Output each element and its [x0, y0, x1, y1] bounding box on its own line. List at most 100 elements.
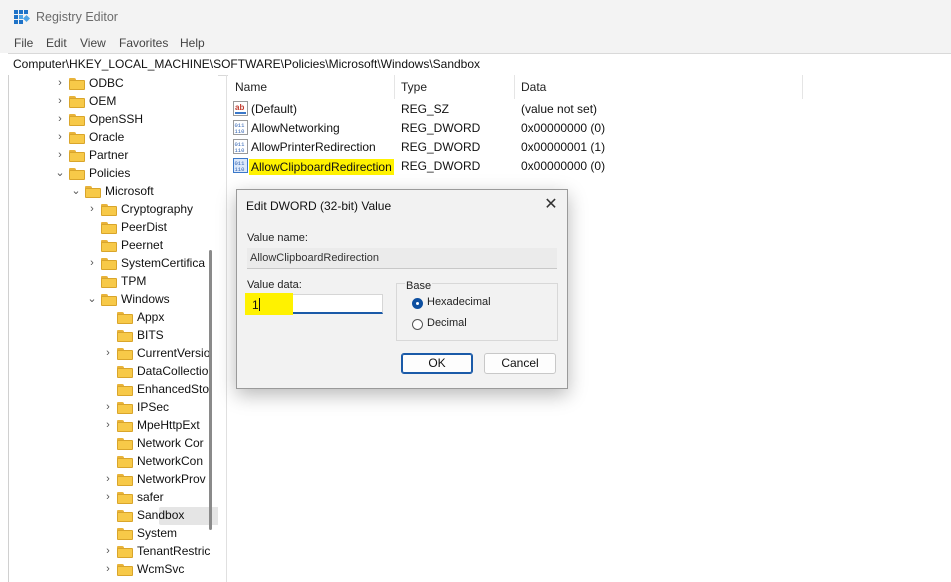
pane-splitter[interactable] — [226, 75, 227, 582]
tree-item-partner[interactable]: › Partner — [9, 147, 218, 165]
tree-item-label[interactable]: Microsoft — [105, 184, 154, 198]
chevron-right-icon[interactable]: › — [103, 563, 113, 575]
column-separator[interactable] — [394, 75, 395, 99]
tree-item-policies[interactable]: ⌄ Policies — [9, 165, 218, 183]
value-data-text[interactable]: 1 — [252, 298, 259, 312]
column-header-data[interactable]: Data — [521, 80, 546, 94]
menu-edit[interactable]: Edit — [46, 36, 67, 50]
close-icon[interactable]: ✕ — [541, 195, 561, 215]
value-row-selected[interactable]: 011 110 AllowClipboardRedirection REG_DW… — [228, 156, 951, 175]
menu-help[interactable]: Help — [180, 36, 205, 50]
column-separator[interactable] — [802, 75, 803, 99]
tree-item-sandbox[interactable]: Sandbox — [9, 507, 218, 525]
chevron-down-icon[interactable]: ⌄ — [87, 293, 97, 305]
tree-item-label[interactable]: NetworkProv — [137, 472, 206, 486]
tree-item-oracle[interactable]: › Oracle — [9, 129, 218, 147]
tree-item-label[interactable]: CurrentVersio — [137, 346, 210, 360]
hexadecimal-radio[interactable] — [412, 298, 423, 309]
decimal-radio[interactable] — [412, 319, 423, 330]
tree-item-wcmsvc[interactable]: › WcmSvc — [9, 561, 218, 579]
cancel-button[interactable]: Cancel — [484, 353, 556, 374]
hexadecimal-label[interactable]: Hexadecimal — [427, 296, 491, 308]
value-row[interactable]: 011 110 AllowNetworking REG_DWORD 0x0000… — [228, 118, 951, 137]
tree-item-label[interactable]: EnhancedSto — [137, 382, 209, 396]
menu-favorites[interactable]: Favorites — [119, 36, 168, 50]
tree-item-label[interactable]: Peernet — [121, 238, 163, 252]
tree-item-system[interactable]: System — [9, 525, 218, 543]
chevron-right-icon[interactable]: › — [55, 131, 65, 143]
key-tree[interactable]: › ODBC › OEM › OpenSSH › Oracle › Partner ⌄ Policie… — [8, 75, 218, 582]
column-header-name[interactable]: Name — [235, 80, 267, 94]
tree-item-label[interactable]: BITS — [137, 328, 164, 342]
tree-item-tpm[interactable]: TPM — [9, 273, 218, 291]
tree-item-datacollectio[interactable]: DataCollectio — [9, 363, 218, 381]
chevron-right-icon[interactable]: › — [55, 149, 65, 161]
tree-item-enhancedsto[interactable]: EnhancedSto — [9, 381, 218, 399]
ok-button[interactable]: OK — [401, 353, 473, 374]
chevron-right-icon[interactable]: › — [103, 545, 113, 557]
tree-item-oem[interactable]: › OEM — [9, 93, 218, 111]
tree-item-label[interactable]: OEM — [89, 94, 116, 108]
tree-item-mpehttpext[interactable]: › MpeHttpExt — [9, 417, 218, 435]
chevron-right-icon[interactable]: › — [55, 95, 65, 107]
tree-item-label[interactable]: MpeHttpExt — [137, 418, 200, 432]
chevron-right-icon[interactable]: › — [55, 113, 65, 125]
tree-item-systemcertifica[interactable]: › SystemCertifica — [9, 255, 218, 273]
tree-item-peernet[interactable]: Peernet — [9, 237, 218, 255]
tree-item-safer[interactable]: › safer — [9, 489, 218, 507]
tree-item-appx[interactable]: Appx — [9, 309, 218, 327]
chevron-right-icon[interactable]: › — [103, 401, 113, 413]
tree-item-label[interactable]: WcmSvc — [137, 562, 184, 576]
chevron-right-icon[interactable]: › — [103, 419, 113, 431]
tree-item-ipsec[interactable]: › IPSec — [9, 399, 218, 417]
tree-item-network-cor[interactable]: Network Cor — [9, 435, 218, 453]
chevron-down-icon[interactable]: ⌄ — [71, 185, 81, 197]
chevron-down-icon[interactable]: ⌄ — [55, 167, 65, 179]
menu-view[interactable]: View — [80, 36, 106, 50]
tree-item-label[interactable]: DataCollectio — [137, 364, 208, 378]
decimal-label[interactable]: Decimal — [427, 317, 467, 329]
tree-item-label[interactable]: IPSec — [137, 400, 169, 414]
menu-file[interactable]: File — [14, 36, 33, 50]
tree-item-label[interactable]: Oracle — [89, 130, 124, 144]
chevron-right-icon[interactable]: › — [103, 347, 113, 359]
tree-scrollbar[interactable] — [209, 250, 212, 530]
chevron-right-icon[interactable]: › — [87, 203, 97, 215]
tree-item-label[interactable]: Cryptography — [121, 202, 193, 216]
tree-item-label[interactable]: System — [137, 526, 177, 540]
tree-item-label[interactable]: Partner — [89, 148, 128, 162]
value-row[interactable]: ab (Default) REG_SZ (value not set) — [228, 99, 951, 118]
tree-item-label[interactable]: Sandbox — [137, 508, 184, 522]
tree-item-windows[interactable]: ⌄ Windows — [9, 291, 218, 309]
value-row[interactable]: 011 110 AllowPrinterRedirection REG_DWOR… — [228, 137, 951, 156]
tree-item-bits[interactable]: BITS — [9, 327, 218, 345]
tree-item-label[interactable]: Network Cor — [137, 436, 204, 450]
tree-item-tenantrestric[interactable]: › TenantRestric — [9, 543, 218, 561]
tree-item-label[interactable]: TenantRestric — [137, 544, 210, 558]
tree-item-odbc[interactable]: › ODBC — [9, 75, 218, 93]
column-separator[interactable] — [514, 75, 515, 99]
tree-item-label[interactable]: Appx — [137, 310, 164, 324]
tree-item-label[interactable]: safer — [137, 490, 164, 504]
tree-item-label[interactable]: NetworkCon — [137, 454, 203, 468]
tree-item-cryptography[interactable]: › Cryptography — [9, 201, 218, 219]
chevron-right-icon[interactable]: › — [55, 77, 65, 89]
tree-item-label[interactable]: OpenSSH — [89, 112, 143, 126]
value-data-input[interactable]: 1 — [245, 293, 383, 315]
tree-item-microsoft[interactable]: ⌄ Microsoft — [9, 183, 218, 201]
tree-item-currentversio[interactable]: › CurrentVersio — [9, 345, 218, 363]
tree-item-openssh[interactable]: › OpenSSH — [9, 111, 218, 129]
column-header-type[interactable]: Type — [401, 80, 427, 94]
tree-item-label[interactable]: Policies — [89, 166, 130, 180]
tree-item-peerdist[interactable]: PeerDist — [9, 219, 218, 237]
tree-item-networkcon[interactable]: NetworkCon — [9, 453, 218, 471]
chevron-right-icon[interactable]: › — [103, 473, 113, 485]
tree-item-label[interactable]: ODBC — [89, 76, 124, 90]
tree-item-label[interactable]: Windows — [121, 292, 170, 306]
chevron-right-icon[interactable]: › — [103, 491, 113, 503]
tree-item-label[interactable]: SystemCertifica — [121, 256, 205, 270]
tree-item-networkprov[interactable]: › NetworkProv — [9, 471, 218, 489]
address-bar[interactable]: Computer\HKEY_LOCAL_MACHINE\SOFTWARE\Pol… — [8, 53, 951, 76]
tree-item-label[interactable]: TPM — [121, 274, 146, 288]
chevron-right-icon[interactable]: › — [87, 257, 97, 269]
